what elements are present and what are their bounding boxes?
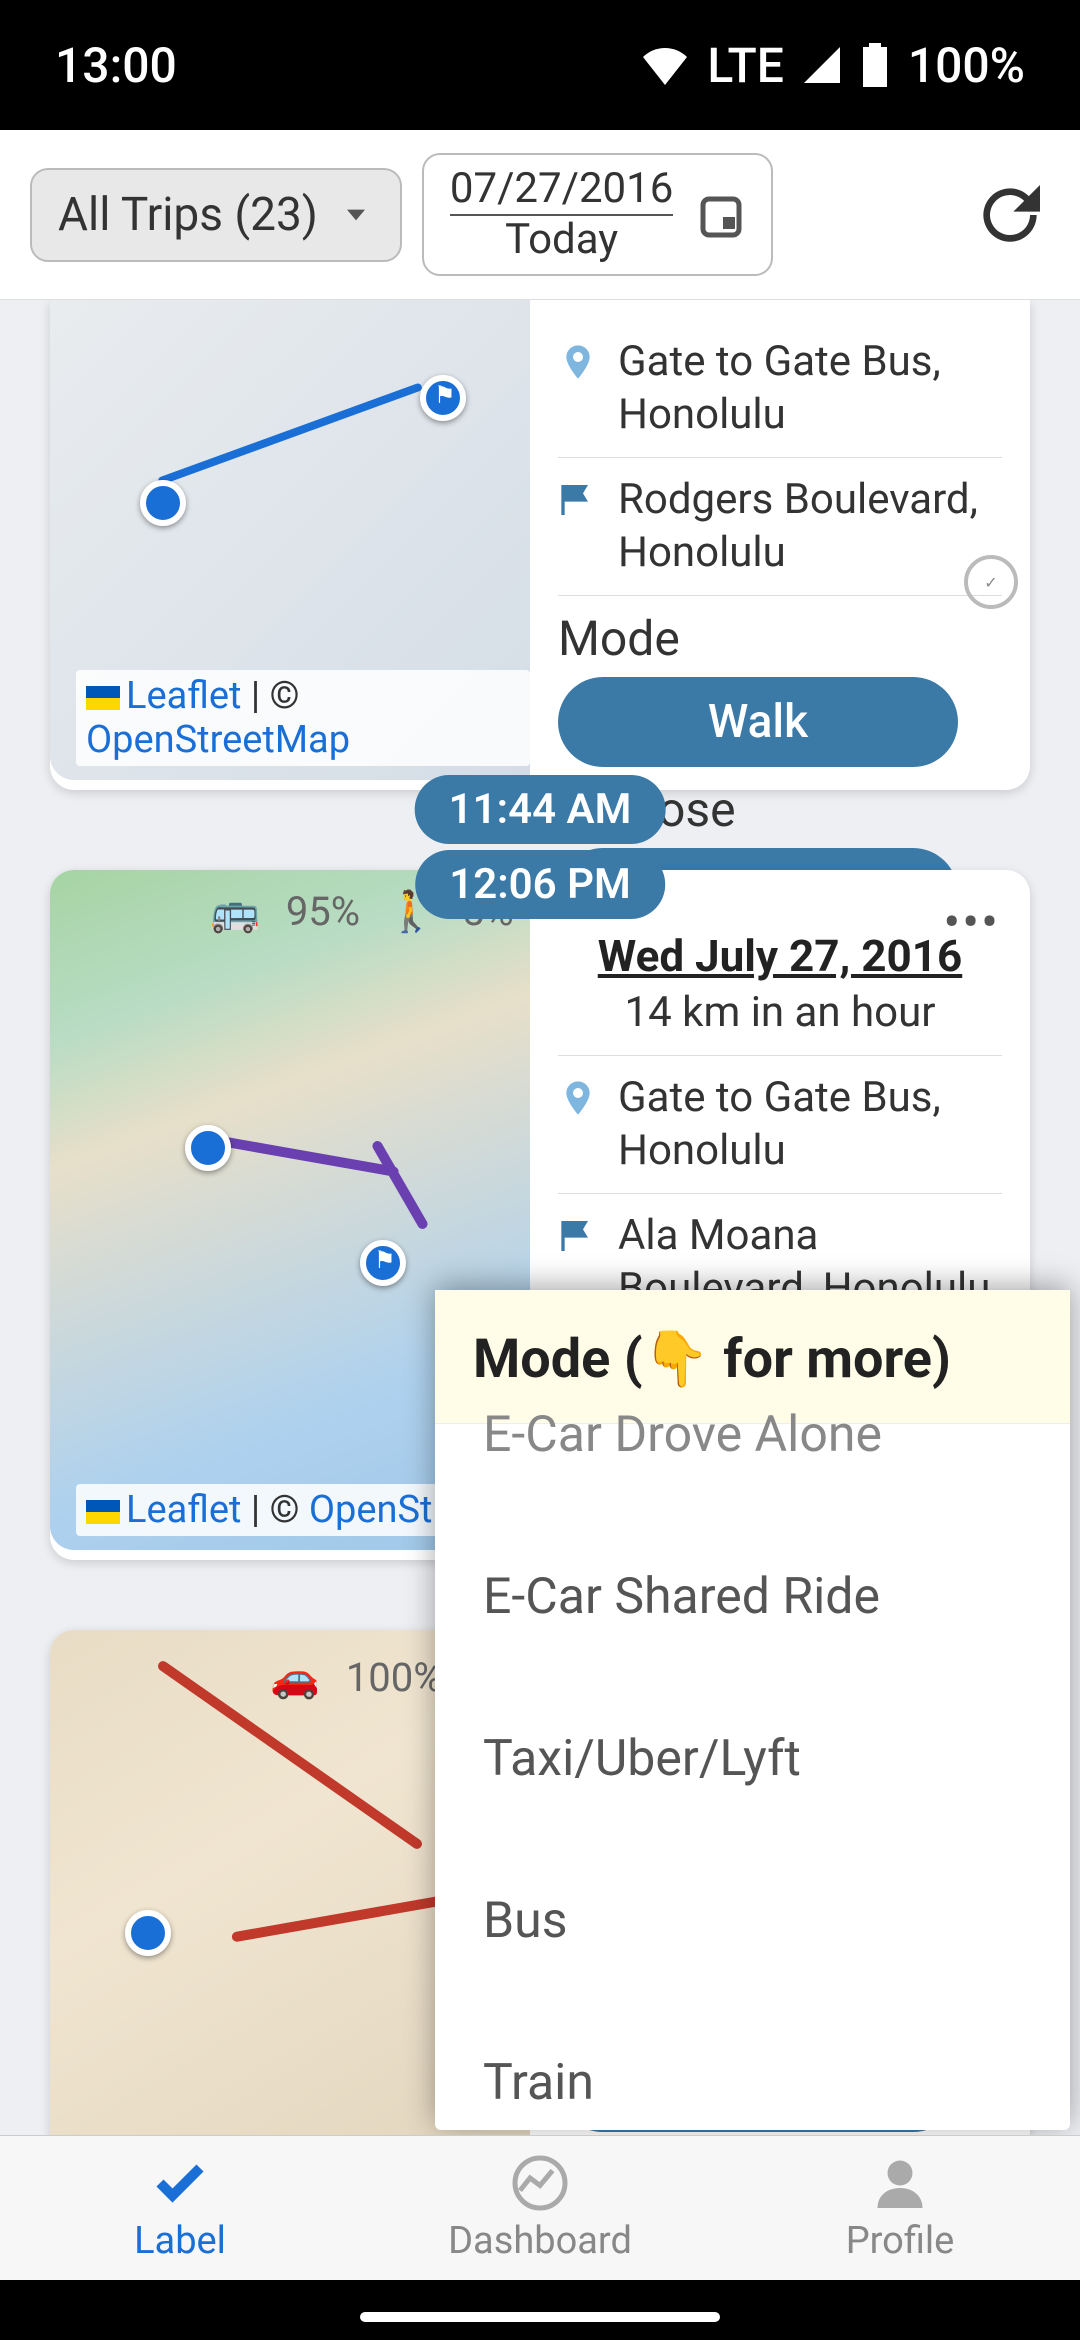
nav-dashboard-text: Dashboard	[448, 2219, 632, 2263]
trips-filter-button[interactable]: All Trips (23)	[30, 168, 402, 262]
date-sub: Today	[505, 216, 618, 264]
sheet-title: Mode (👇 for more)	[435, 1290, 1070, 1424]
status-right: LTE 100%	[641, 37, 1025, 94]
nav-profile-tab[interactable]: Profile	[720, 2136, 1080, 2280]
dashboard-icon	[510, 2153, 570, 2213]
app-root: All Trips (23) 07/27/2016 Today Leaflet …	[0, 130, 1080, 2280]
mode-option[interactable]: Taxi/Uber/Lyft	[435, 1678, 1070, 1840]
dest-text: Rodgers Boulevard, Honolulu	[618, 474, 1002, 579]
mode-picker-sheet: Mode (👇 for more) E-Car Drove Alone E-Ca…	[435, 1290, 1070, 2130]
status-bar: 13:00 LTE 100%	[0, 0, 1080, 130]
network-label: LTE	[707, 37, 783, 94]
mode-option[interactable]: E-Car Shared Ride	[435, 1516, 1070, 1678]
date-col: 07/27/2016 Today	[450, 165, 674, 264]
chevron-down-icon	[338, 197, 374, 233]
start-marker-icon	[185, 1125, 231, 1171]
ua-flag-icon	[86, 1500, 120, 1524]
trip-info: Gate to Gate Bus, Honolulu Rodgers Boule…	[530, 300, 1030, 790]
date-picker-button[interactable]: 07/27/2016 Today	[422, 153, 774, 276]
bus-icon: 🚌	[210, 888, 260, 935]
leaflet-link[interactable]: Leaflet	[126, 1488, 241, 1532]
dest-flag-icon	[558, 480, 598, 520]
origin-text: Gate to Gate Bus, Honolulu	[618, 1072, 1002, 1177]
battery-pct: 100%	[908, 37, 1025, 94]
sheet-list[interactable]: E-Car Drove Alone E-Car Shared Ride Taxi…	[435, 1406, 1070, 2164]
nav-dashboard-tab[interactable]: Dashboard	[360, 2136, 720, 2280]
signal-icon	[802, 45, 842, 85]
map-attribution: Leaflet | © OpenStree	[76, 1484, 495, 1536]
nav-label-text: Label	[134, 2219, 226, 2263]
time-badge: 12:06 PM	[415, 850, 665, 919]
car-conf: 100%	[346, 1654, 443, 1701]
calendar-icon	[697, 191, 745, 239]
end-marker-icon	[360, 1240, 406, 1286]
status-time: 13:00	[55, 37, 177, 94]
wifi-icon	[641, 45, 689, 85]
leaflet-link[interactable]: Leaflet	[126, 674, 241, 718]
ua-flag-icon	[86, 686, 120, 710]
verify-check-icon[interactable]: ✓	[964, 555, 1018, 609]
start-marker-icon	[125, 1910, 171, 1956]
trip-map[interactable]: Leaflet | © OpenStreetMap	[50, 300, 530, 780]
time-badge: 11:44 AM	[415, 775, 666, 844]
top-bar: All Trips (23) 07/27/2016 Today	[0, 130, 1080, 300]
profile-icon	[870, 2153, 930, 2213]
bottom-nav: Label Dashboard Profile	[0, 2135, 1080, 2280]
date-value: 07/27/2016	[450, 165, 674, 215]
trip-distance: 14 km in an hour	[558, 982, 1002, 1055]
dest-flag-icon	[558, 1216, 598, 1256]
bus-conf: 95%	[286, 888, 360, 935]
origin-row: Gate to Gate Bus, Honolulu	[558, 320, 1002, 458]
nav-profile-text: Profile	[846, 2219, 955, 2263]
end-marker-icon	[420, 375, 466, 421]
nav-label-tab[interactable]: Label	[0, 2136, 360, 2280]
origin-row: Gate to Gate Bus, Honolulu	[558, 1055, 1002, 1194]
mode-option[interactable]: E-Car Drove Alone	[435, 1406, 1070, 1516]
trips-filter-label: All Trips (23)	[58, 188, 318, 242]
origin-pin-icon	[558, 342, 598, 382]
osm-link[interactable]: OpenStreetMap	[86, 718, 350, 762]
check-icon	[150, 2153, 210, 2213]
mode-option[interactable]: Bus	[435, 1840, 1070, 2002]
refresh-button[interactable]	[970, 175, 1050, 255]
map-attribution: Leaflet | © OpenStreetMap	[76, 670, 530, 766]
mode-label: Mode	[558, 596, 1002, 667]
origin-pin-icon	[558, 1078, 598, 1118]
start-marker-icon	[140, 480, 186, 526]
trip-card: Leaflet | © OpenStreetMap Gate to Gate B…	[50, 300, 1030, 790]
origin-text: Gate to Gate Bus, Honolulu	[618, 336, 1002, 441]
confidence-row: 🚗 100%	[270, 1654, 443, 1701]
battery-icon	[860, 43, 890, 87]
car-icon: 🚗	[270, 1654, 320, 1701]
mode-chip[interactable]: Walk	[558, 677, 958, 767]
more-menu-button[interactable]: •••	[943, 894, 1000, 952]
dest-row: Rodgers Boulevard, Honolulu	[558, 458, 1002, 596]
home-indicator	[360, 2312, 720, 2322]
